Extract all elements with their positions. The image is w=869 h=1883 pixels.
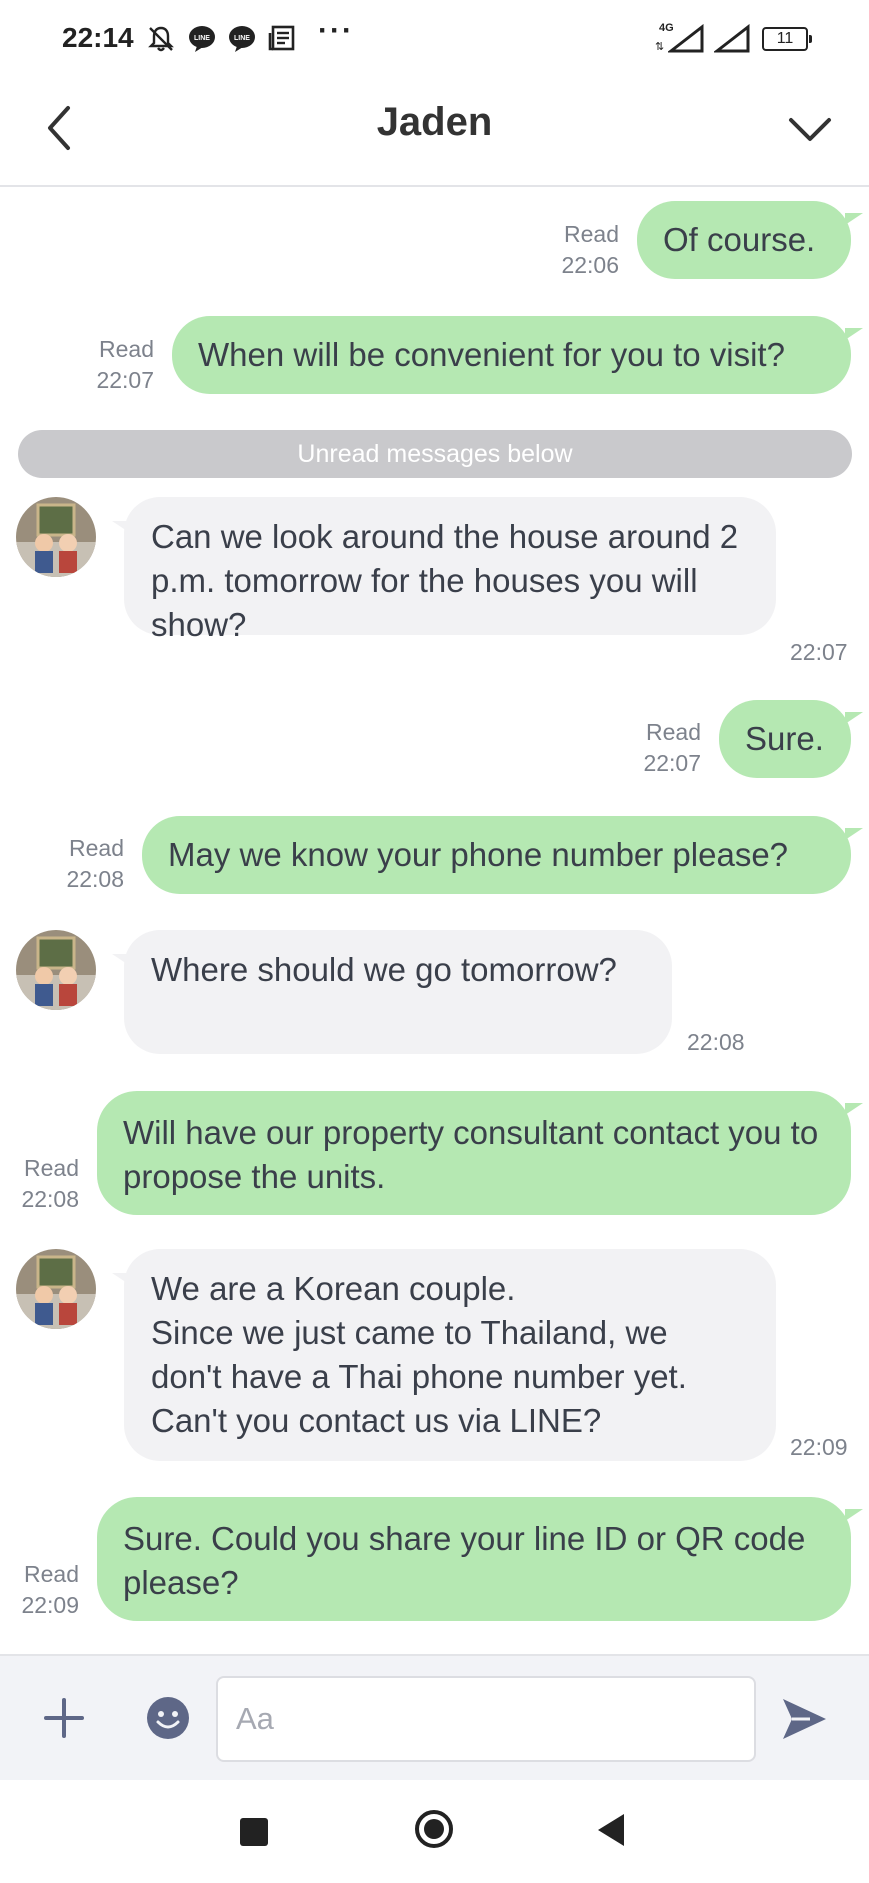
data-arrows-icon: ⇅ <box>655 41 665 53</box>
signal-icon <box>714 24 750 53</box>
line-icon: LINE <box>189 26 215 52</box>
outgoing-message[interactable]: Of course. <box>637 201 863 279</box>
message-text: When will be convenient for you to visit… <box>198 336 785 373</box>
outgoing-message[interactable]: May we know your phone number please? <box>142 816 863 894</box>
chevron-down-icon[interactable] <box>785 104 835 154</box>
svg-text:LINE: LINE <box>194 35 210 42</box>
avatar-image <box>16 497 96 577</box>
read-receipt: Read 22:07 <box>96 334 154 396</box>
message-text: Sure. <box>745 720 824 757</box>
message-line: don't have a Thai phone number yet. <box>151 1358 687 1395</box>
send-icon[interactable] <box>780 1696 828 1742</box>
message-line: Since we just came to Thailand, we <box>151 1314 668 1351</box>
back-icon[interactable] <box>598 1814 624 1846</box>
message-text: Will have our property consultant contac… <box>123 1114 819 1195</box>
system-nav-bar <box>0 1780 869 1883</box>
message-text: Where should we go tomorrow? <box>151 951 617 988</box>
incoming-message[interactable]: Can we look around the house around 2 p.… <box>112 497 776 643</box>
message-time: 22:09 <box>21 1592 79 1618</box>
recents-icon[interactable] <box>240 1818 268 1846</box>
status-bar: 22:14 LINE LINE ··· 4G ⇅ 11 <box>0 0 869 80</box>
message-text: Sure. Could you share your line ID or QR… <box>123 1520 806 1601</box>
read-receipt: Read 22:09 <box>21 1559 79 1621</box>
status-time: 22:14 <box>62 22 134 53</box>
message-time: 22:08 <box>687 1029 745 1055</box>
read-status: Read <box>24 1155 79 1181</box>
read-status: Read <box>646 719 701 745</box>
chat-title: Jaden <box>376 100 493 144</box>
read-receipt: Read 22:08 <box>21 1153 79 1215</box>
message-line: We are a Korean couple. <box>151 1270 516 1307</box>
more-icon: ··· <box>318 14 354 47</box>
unread-divider: Unread messages below <box>18 430 852 478</box>
avatar-image <box>16 1249 96 1329</box>
read-status: Read <box>69 835 124 861</box>
avatar[interactable] <box>16 930 96 1010</box>
signal-icon <box>668 24 704 53</box>
outgoing-message[interactable]: Sure. <box>719 700 863 778</box>
message-time: 22:07 <box>790 639 848 665</box>
avatar-image <box>16 930 96 1010</box>
svg-text:LINE: LINE <box>234 35 250 42</box>
message-time: 22:07 <box>96 367 154 393</box>
outgoing-message[interactable]: Sure. Could you share your line ID or QR… <box>97 1497 863 1621</box>
read-receipt: Read 22:06 <box>561 219 619 281</box>
message-text: May we know your phone number please? <box>168 836 789 873</box>
read-status: Read <box>564 221 619 247</box>
message-list[interactable]: Read 22:06 Of course. Read 22:07 When wi… <box>0 187 869 1652</box>
outgoing-message[interactable]: Will have our property consultant contac… <box>97 1091 863 1215</box>
message-time: 22:06 <box>561 252 619 278</box>
read-status: Read <box>99 336 154 362</box>
plus-icon[interactable] <box>44 1698 84 1738</box>
outgoing-message[interactable]: When will be convenient for you to visit… <box>172 316 863 394</box>
incoming-message[interactable]: Where should we go tomorrow? <box>112 930 672 1054</box>
avatar[interactable] <box>16 1249 96 1329</box>
message-time: 22:09 <box>790 1434 848 1460</box>
home-icon[interactable] <box>415 1810 453 1848</box>
message-input[interactable] <box>216 1676 756 1762</box>
chat-header: Jaden <box>0 80 869 187</box>
read-status: Read <box>24 1561 79 1587</box>
message-text: Of course. <box>663 221 816 258</box>
mute-bell-icon <box>148 26 174 52</box>
read-receipt: Read 22:07 <box>643 717 701 779</box>
message-time: 22:08 <box>21 1186 79 1212</box>
message-text: Can we look around the house around 2 p.… <box>151 518 739 643</box>
message-line: Can't you contact us via LINE? <box>151 1402 602 1439</box>
incoming-message[interactable]: We are a Korean couple. Since we just ca… <box>112 1249 776 1461</box>
line-icon: LINE <box>229 26 255 52</box>
message-time: 22:07 <box>643 750 701 776</box>
read-receipt: Read 22:08 <box>66 833 124 895</box>
message-input-bar <box>0 1654 869 1780</box>
message-time: 22:08 <box>66 866 124 892</box>
battery-icon: 11 <box>762 27 812 51</box>
emoji-icon[interactable] <box>146 1696 190 1740</box>
news-icon <box>268 25 295 51</box>
avatar[interactable] <box>16 497 96 577</box>
